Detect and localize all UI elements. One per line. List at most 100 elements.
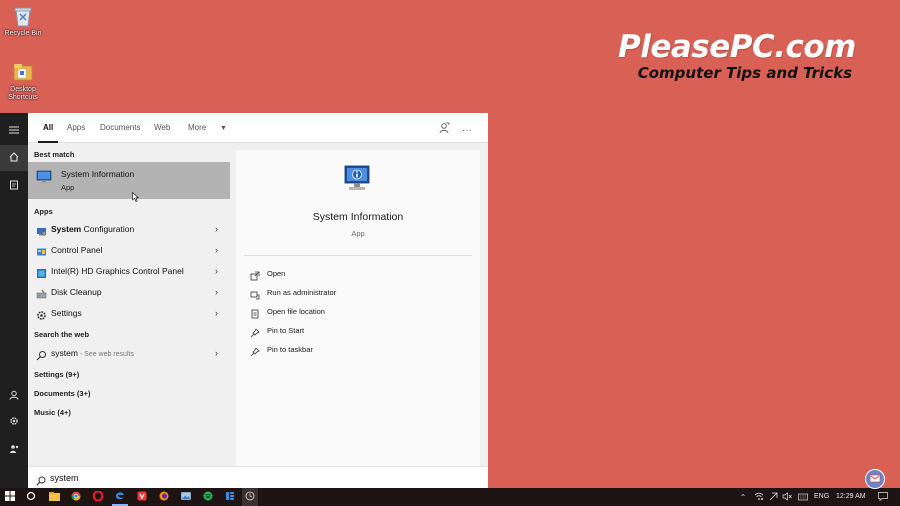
best-match-item[interactable]: System Information App [28, 162, 230, 202]
desktop-icon-label: Desktop Shortcuts [8, 86, 38, 101]
app-result-label: Settings [51, 308, 82, 318]
chevron-right-icon[interactable]: › [215, 224, 218, 234]
action-center-button[interactable] [876, 488, 890, 506]
desktop-icon-recycle-bin[interactable]: Recycle Bin [0, 4, 46, 38]
action-label: Run as administrator [267, 288, 337, 297]
result-preview-pane: System Information App Open Run as admin… [236, 150, 480, 466]
tray-action-icon[interactable] [766, 488, 780, 506]
search-box[interactable] [28, 466, 488, 488]
app-result-intel-graphics[interactable]: Intel(R) HD Graphics Control Panel › [28, 261, 230, 282]
chevron-right-icon[interactable]: › [215, 308, 218, 318]
tray-overflow-button[interactable]: ⌃ [738, 488, 748, 506]
ellipsis-icon: ··· [462, 125, 472, 136]
home-button[interactable] [0, 145, 28, 171]
action-label: Open file location [267, 307, 325, 316]
start-button[interactable] [2, 488, 18, 506]
app-result-system-configuration[interactable]: System Configuration › [28, 219, 230, 240]
web-search-result[interactable]: system - See web results › [28, 343, 230, 364]
control-panel-icon [36, 245, 47, 256]
tab-more[interactable]: ▼ [218, 113, 227, 143]
more-options-button[interactable]: ··· [462, 120, 472, 138]
expand-menu-button[interactable] [0, 117, 28, 143]
keyboard-icon [798, 488, 808, 506]
cortana-icon [26, 488, 36, 506]
music-category[interactable]: Music (4+) [34, 408, 71, 417]
feedback-button[interactable] [438, 121, 450, 139]
taskbar-photos[interactable] [178, 488, 194, 506]
action-label: Pin to Start [267, 326, 305, 335]
chevron-right-icon[interactable]: › [215, 348, 218, 358]
documents-button[interactable] [0, 173, 28, 199]
tray-keyboard[interactable] [796, 488, 810, 506]
taskbar-system-information[interactable] [242, 488, 258, 506]
taskbar-edge[interactable] [112, 488, 128, 506]
settings-rail-button[interactable] [0, 409, 28, 435]
tab-apps[interactable]: Apps [67, 113, 85, 143]
taskbar-app-blue[interactable] [222, 488, 238, 506]
tab-email[interactable]: Web [154, 113, 170, 143]
action-label: Open [267, 269, 286, 278]
caret-down-icon: ▼ [220, 125, 227, 132]
home-icon [9, 149, 19, 167]
vivaldi-icon [137, 488, 147, 506]
mouse-pointer-icon [132, 189, 140, 207]
tray-network[interactable] [752, 488, 766, 506]
best-match-header: Best match [34, 150, 75, 159]
notification-icon [878, 488, 888, 506]
account-button[interactable] [0, 383, 28, 409]
watermark-site: PleasePC.com [618, 29, 857, 65]
tab-web[interactable]: More [188, 113, 206, 143]
web-query: system [51, 348, 78, 358]
app-result-label-bold: System [51, 224, 82, 234]
edge-icon [115, 487, 125, 505]
tray-volume[interactable] [780, 488, 794, 506]
search-input[interactable] [50, 470, 450, 486]
tab-documents[interactable]: Documents [100, 113, 140, 143]
preview-subtitle: App [351, 229, 365, 238]
document-icon [9, 177, 19, 195]
settings-category[interactable]: Settings (9+) [34, 370, 79, 379]
system-information-icon [245, 488, 255, 506]
documents-category[interactable]: Documents (3+) [34, 389, 90, 398]
tray-language[interactable]: ENG [814, 493, 829, 500]
recording-overlay-icon[interactable] [864, 469, 886, 489]
system-information-icon [36, 170, 52, 184]
taskbar: ⌃ ENG 12:29 AM [0, 488, 900, 506]
pin-icon [250, 325, 260, 338]
app-result-control-panel[interactable]: Control Panel › [28, 240, 230, 261]
chevron-right-icon[interactable]: › [215, 287, 218, 297]
app-result-settings[interactable]: Settings › [28, 303, 230, 324]
taskbar-file-explorer[interactable] [46, 488, 62, 506]
taskbar-chrome[interactable] [68, 488, 84, 506]
wifi-off-icon [754, 488, 764, 506]
search-results-list: Best match System Information App Apps S… [28, 144, 230, 466]
gear-icon [9, 413, 19, 431]
desktop-icon-shortcuts[interactable]: Desktop Shortcuts [0, 60, 46, 102]
feedback-icon [438, 121, 450, 138]
power-button[interactable] [0, 437, 28, 463]
firefox-icon [159, 488, 169, 506]
search-web-header: Search the web [34, 330, 90, 339]
action-label: Pin to taskbar [267, 345, 313, 354]
apps-header: Apps [34, 207, 53, 216]
app-result-label: Disk Cleanup [51, 287, 102, 297]
photos-icon [181, 488, 191, 506]
taskbar-opera[interactable] [90, 488, 106, 506]
taskbar-vivaldi[interactable] [134, 488, 150, 506]
app-icon [225, 488, 235, 506]
opera-icon [92, 488, 104, 506]
user-icon [9, 387, 19, 405]
best-match-subtitle: App [61, 183, 75, 192]
tab-all[interactable]: All [37, 113, 59, 143]
tray-clock[interactable]: 12:29 AM [836, 493, 866, 500]
preview-divider [244, 255, 472, 256]
cortana-button[interactable] [23, 488, 39, 506]
chevron-right-icon[interactable]: › [215, 245, 218, 255]
taskbar-firefox[interactable] [156, 488, 172, 506]
run-as-admin-icon [250, 287, 260, 300]
intel-graphics-icon [36, 266, 47, 278]
app-result-label: Control Panel [51, 245, 103, 255]
app-result-disk-cleanup[interactable]: Disk Cleanup › [28, 282, 230, 303]
taskbar-spotify[interactable] [200, 488, 216, 506]
chevron-right-icon[interactable]: › [215, 266, 218, 276]
